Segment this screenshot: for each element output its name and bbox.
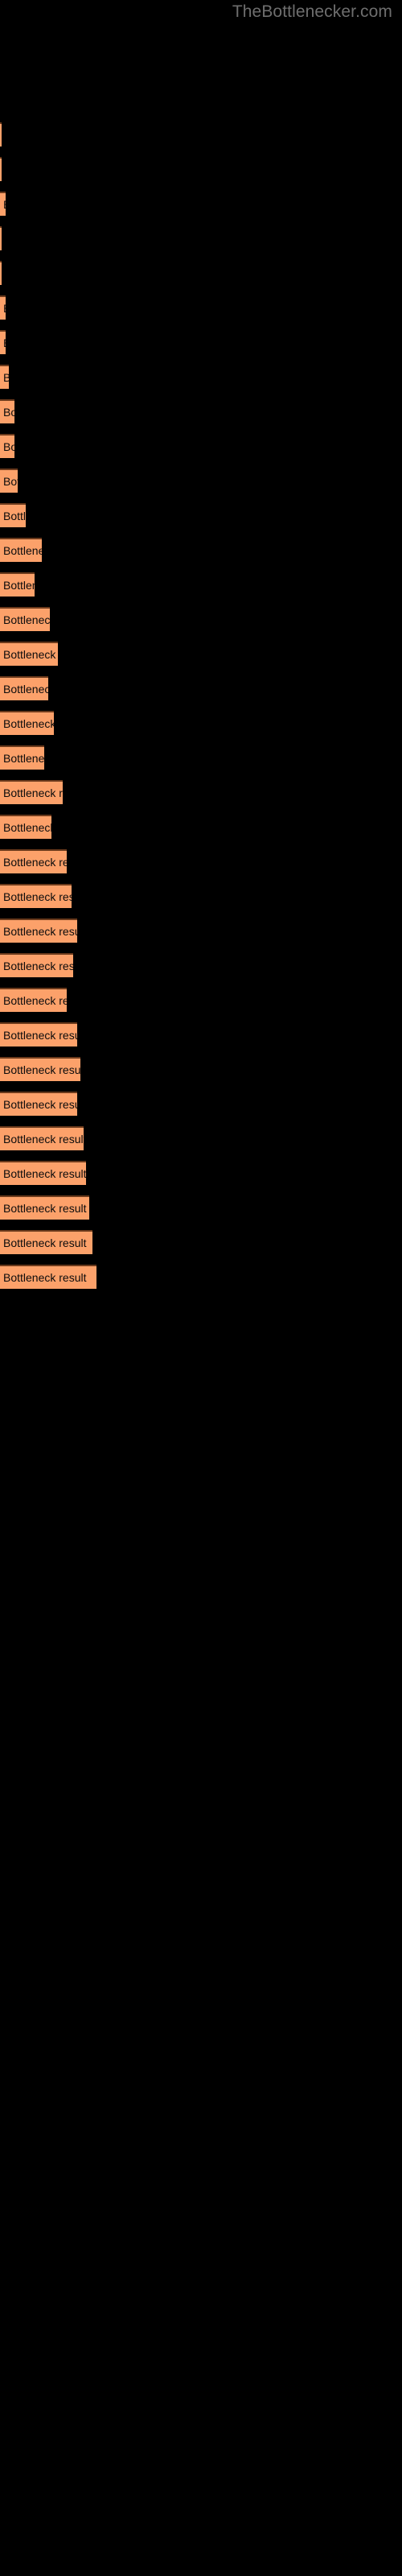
bar: Bottleneck result [0, 192, 6, 216]
bar-label: Bottleneck result [3, 786, 63, 799]
bar: Bottleneck result [0, 1057, 80, 1081]
bar-label: Bottleneck result [3, 856, 67, 869]
bar-label: Bottleneck result [3, 198, 6, 211]
bar: Bottleneck result [0, 676, 48, 700]
bar: Bottleneck result [0, 1126, 84, 1150]
bar-label: Bottleneck result [3, 683, 48, 696]
bar: Bottleneck result [0, 157, 2, 181]
bar-label: Bottleneck result [3, 1133, 84, 1146]
bar-label: Bottleneck result [3, 925, 77, 938]
bar-label: Bottleneck result [3, 1271, 87, 1284]
bar-label: Bottleneck result [3, 1029, 77, 1042]
bottleneck-chart-page: TheBottlenecker.com Bottleneck resultBot… [0, 0, 402, 2576]
bar-label: Bottleneck result [3, 1063, 80, 1076]
bar: Bottleneck result [0, 1022, 77, 1046]
bar-label: Bottleneck result [3, 717, 54, 730]
bar: Bottleneck result [0, 572, 35, 597]
bar-label: Bottleneck result [3, 613, 50, 626]
bar: Bottleneck result [0, 434, 14, 458]
bar: Bottleneck result [0, 1161, 86, 1185]
bar-label: Bottleneck result [3, 406, 14, 419]
bar: Bottleneck result [0, 745, 44, 770]
bar: Bottleneck result [0, 919, 77, 943]
bar-label: Bottleneck result [3, 371, 9, 384]
bar: Bottleneck result [0, 642, 58, 666]
bar-label: Bottleneck result [3, 544, 42, 557]
bar: Bottleneck result [0, 330, 6, 354]
bar-label: Bottleneck result [3, 302, 6, 315]
bar: Bottleneck result [0, 1195, 89, 1220]
bar: Bottleneck result [0, 1265, 96, 1289]
bar-label: Bottleneck result [3, 579, 35, 592]
bar: Bottleneck result [0, 607, 50, 631]
bar: Bottleneck result [0, 399, 14, 423]
bar: Bottleneck result [0, 988, 67, 1012]
bar-label: Bottleneck result [3, 1236, 87, 1249]
bar: Bottleneck result [0, 122, 2, 147]
bar: Bottleneck result [0, 261, 2, 285]
bar-label: Bottleneck result [3, 890, 72, 903]
bar-label: Bottleneck result [3, 648, 58, 661]
bar-label: Bottleneck result [3, 960, 73, 972]
bar-chart: Bottleneck result Bottleneck result Bottle… [0, 0, 402, 2576]
bar-label: Bottleneck result [3, 1098, 77, 1111]
bar: Bottleneck result [0, 503, 26, 527]
bar-label: Bottleneck result [3, 1202, 87, 1215]
bar-label: Bottleneck result [3, 752, 44, 765]
bar: Bottleneck result [0, 469, 18, 493]
bar-label: Bottleneck result [3, 1167, 86, 1180]
bar: Bottleneck result [0, 953, 73, 977]
bar: Bottleneck result [0, 780, 63, 804]
bar: Bottleneck result [0, 711, 54, 735]
bar-label: Bottleneck result [3, 510, 26, 522]
bar-label: Bottleneck result [3, 994, 67, 1007]
bar-label: Bottleneck result [3, 821, 51, 834]
bar: Bottleneck result [0, 538, 42, 562]
bar-label: Bottleneck result [3, 475, 18, 488]
bar: Bottleneck result [0, 295, 6, 320]
bar-label: Bottleneck result [3, 336, 6, 349]
bar-label: Bottleneck result [3, 440, 14, 453]
bar: Bottleneck result [0, 226, 2, 250]
bar: Bottleneck result [0, 1230, 92, 1254]
bar: Bottleneck result [0, 849, 67, 873]
bar: Bottleneck result [0, 1092, 77, 1116]
bar: Bottleneck result [0, 815, 51, 839]
bar: Bottleneck result [0, 365, 9, 389]
bar: Bottleneck result [0, 884, 72, 908]
